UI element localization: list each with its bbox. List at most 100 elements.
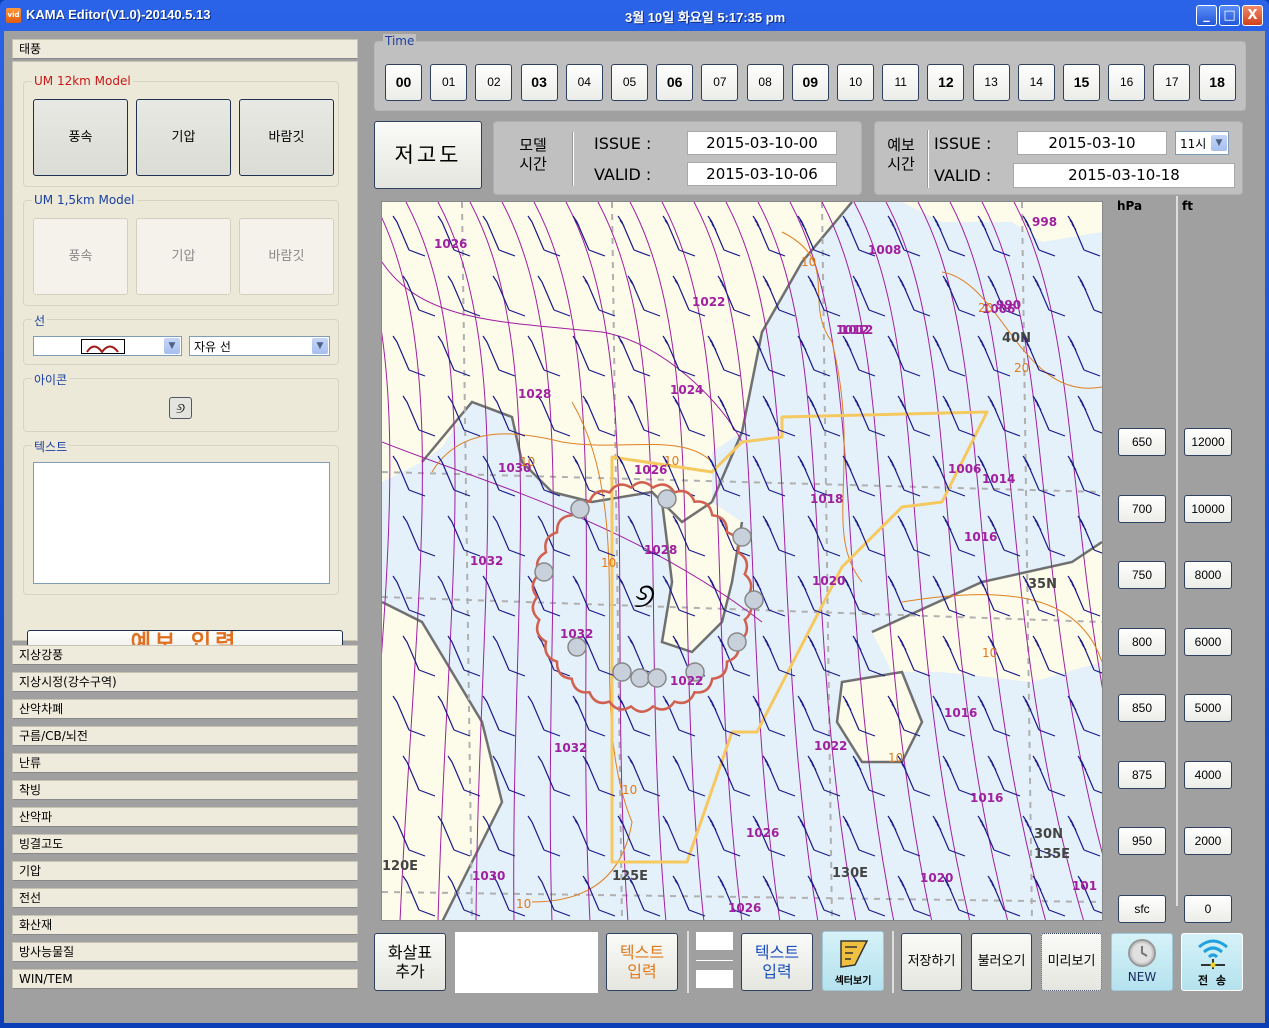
close-button[interactable]: X bbox=[1242, 5, 1263, 26]
category-item[interactable]: 산악차폐 bbox=[12, 699, 358, 719]
time-button-03[interactable]: 03 bbox=[520, 64, 558, 101]
hpa-level-button[interactable]: 850 bbox=[1118, 694, 1166, 722]
isotach-label: 10 bbox=[801, 255, 816, 269]
category-item[interactable]: 난류 bbox=[12, 753, 358, 773]
category-item[interactable]: 방사능물질 bbox=[12, 942, 358, 962]
low-level-chart-button[interactable]: 저고도 bbox=[374, 121, 482, 189]
um15-pressure-button[interactable]: 기압 bbox=[136, 218, 231, 295]
wind-barb bbox=[842, 815, 876, 857]
map-canvas[interactable]: 1026102810301032102410221026101810201022… bbox=[382, 202, 1103, 921]
category-item[interactable]: WIN/TEM bbox=[12, 969, 358, 989]
chevron-down-icon[interactable]: ▼ bbox=[164, 338, 180, 354]
model-issue-field[interactable]: 2015-03-10-00 bbox=[687, 131, 837, 155]
category-item[interactable]: 착빙 bbox=[12, 780, 358, 800]
category-item[interactable]: 빙결고도 bbox=[12, 834, 358, 854]
time-button-12[interactable]: 12 bbox=[927, 64, 965, 101]
save-button[interactable]: 저장하기 bbox=[901, 933, 962, 991]
line-type-combo[interactable]: 자유 선 ▼ bbox=[189, 336, 330, 356]
ft-level-button[interactable]: 6000 bbox=[1184, 628, 1232, 656]
new-button[interactable]: NEW bbox=[1111, 933, 1173, 991]
time-button-07[interactable]: 07 bbox=[701, 64, 739, 101]
wind-barb bbox=[897, 515, 931, 557]
time-button-08[interactable]: 08 bbox=[746, 64, 784, 101]
category-item[interactable]: 지상시정(강수구역) bbox=[12, 672, 358, 692]
category-item[interactable]: 전선 bbox=[12, 888, 358, 908]
hpa-level-button[interactable]: 800 bbox=[1118, 628, 1166, 656]
wind-barb bbox=[537, 875, 571, 917]
ft-level-button[interactable]: 12000 bbox=[1184, 428, 1232, 456]
arrow-preview-box[interactable] bbox=[455, 932, 598, 993]
category-typhoon[interactable]: 태풍 bbox=[12, 39, 358, 59]
typhoon-symbol-icon[interactable]: ୬ bbox=[169, 397, 192, 419]
wind-barb bbox=[977, 815, 1011, 857]
model-valid-field[interactable]: 2015-03-10-06 bbox=[687, 162, 837, 186]
chevron-down-icon[interactable]: ▼ bbox=[312, 338, 328, 354]
time-button-16[interactable]: 16 bbox=[1108, 64, 1146, 101]
time-button-02[interactable]: 02 bbox=[475, 64, 513, 101]
category-item[interactable]: 화산재 bbox=[12, 915, 358, 935]
text-input-blue-button[interactable]: 텍스트 입력 bbox=[741, 933, 813, 991]
line-style-combo[interactable]: ▼ bbox=[33, 336, 182, 356]
text-input-orange-button[interactable]: 텍스트 입력 bbox=[606, 933, 678, 991]
time-button-14[interactable]: 14 bbox=[1017, 64, 1055, 101]
time-button-01[interactable]: 01 bbox=[430, 64, 468, 101]
text-color-swatch-bottom[interactable] bbox=[696, 970, 733, 988]
hpa-level-button[interactable]: 700 bbox=[1118, 495, 1166, 523]
time-button-13[interactable]: 13 bbox=[972, 64, 1010, 101]
ft-level-button[interactable]: 10000 bbox=[1184, 495, 1232, 523]
maximize-button[interactable]: □ bbox=[1219, 5, 1240, 26]
preview-button[interactable]: 미리보기 bbox=[1041, 933, 1102, 991]
hpa-level-button[interactable]: 650 bbox=[1118, 428, 1166, 456]
sector-view-button[interactable]: 섹터보기 bbox=[822, 931, 884, 991]
wind-barb bbox=[582, 755, 616, 797]
chevron-down-icon[interactable]: ▼ bbox=[1211, 135, 1227, 151]
category-item[interactable]: 지상강풍 bbox=[12, 645, 358, 665]
ft-level-button[interactable]: 5000 bbox=[1184, 694, 1232, 722]
transmit-button[interactable]: 전 송 bbox=[1181, 933, 1243, 991]
text-input[interactable] bbox=[33, 462, 330, 584]
time-button-06[interactable]: 06 bbox=[656, 64, 694, 101]
weather-map[interactable]: 1026 1028 1030 1032 1024 1022 1026 1018 1020 1022… bbox=[381, 201, 1103, 921]
time-button-15[interactable]: 15 bbox=[1063, 64, 1100, 101]
line-label: 선 bbox=[32, 312, 48, 329]
hpa-level-button[interactable]: 750 bbox=[1118, 561, 1166, 589]
time-button-04[interactable]: 04 bbox=[565, 64, 603, 101]
text-color-swatch-top[interactable] bbox=[696, 932, 733, 950]
minimize-button[interactable]: _ bbox=[1196, 5, 1217, 26]
time-button-18[interactable]: 18 bbox=[1198, 64, 1236, 101]
hpa-level-button[interactable]: 950 bbox=[1118, 827, 1166, 855]
forecast-valid-field[interactable]: 2015-03-10-18 bbox=[1013, 163, 1235, 188]
wind-barb bbox=[447, 515, 481, 557]
um15-wind-barb-button[interactable]: 바람깃 bbox=[239, 218, 334, 295]
ft-level-button[interactable]: 2000 bbox=[1184, 827, 1232, 855]
forecast-hour-select[interactable]: 11시 ▼ bbox=[1175, 131, 1229, 155]
time-button-17[interactable]: 17 bbox=[1153, 64, 1191, 101]
airport-marker bbox=[657, 489, 677, 509]
ft-level-button[interactable]: 4000 bbox=[1184, 761, 1232, 789]
hpa-level-button[interactable]: sfc bbox=[1118, 895, 1166, 923]
forecast-issue-label: ISSUE : bbox=[934, 134, 992, 153]
time-button-00[interactable]: 00 bbox=[385, 64, 422, 101]
add-arrow-button[interactable]: 화살표 추가 bbox=[374, 933, 446, 991]
grid-label: 120E bbox=[382, 859, 418, 874]
um15-wind-speed-button[interactable]: 풍속 bbox=[33, 218, 128, 295]
ft-level-button[interactable]: 0 bbox=[1184, 895, 1232, 923]
forecast-issue-field[interactable]: 2015-03-10 bbox=[1017, 131, 1167, 155]
category-item[interactable]: 기압 bbox=[12, 861, 358, 881]
category-item[interactable]: 산악파 bbox=[12, 807, 358, 827]
time-button-09[interactable]: 09 bbox=[791, 64, 829, 101]
isotach-label: 20 bbox=[978, 301, 993, 315]
time-button-05[interactable]: 05 bbox=[611, 64, 648, 101]
time-button-10[interactable]: 10 bbox=[837, 64, 874, 101]
category-item[interactable]: 구름/CB/뇌전 bbox=[12, 726, 358, 746]
um12-wind-speed-button[interactable]: 풍속 bbox=[33, 99, 128, 176]
um12-pressure-button[interactable]: 기압 bbox=[136, 99, 231, 176]
wind-barb bbox=[1067, 815, 1101, 857]
ft-level-button[interactable]: 8000 bbox=[1184, 561, 1232, 589]
hpa-level-button[interactable]: 875 bbox=[1118, 761, 1166, 789]
um12-wind-barb-button[interactable]: 바람깃 bbox=[239, 99, 334, 176]
isobar-label: 1032 bbox=[554, 741, 587, 755]
isobar-label: 1008 bbox=[868, 243, 901, 257]
time-button-11[interactable]: 11 bbox=[882, 64, 920, 101]
load-button[interactable]: 불러오기 bbox=[971, 933, 1032, 991]
